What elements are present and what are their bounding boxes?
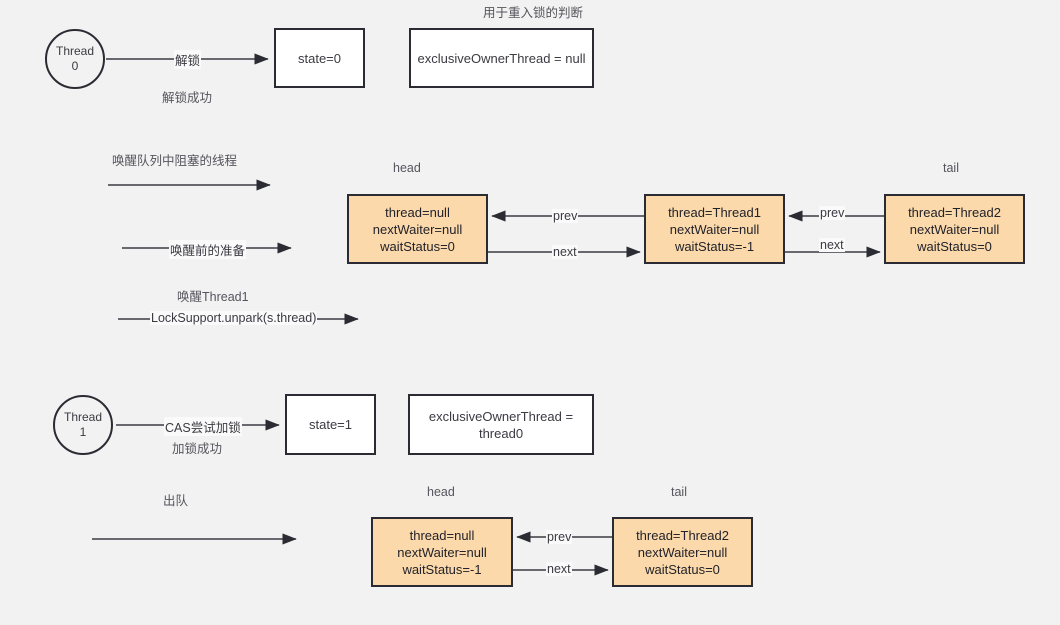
cas-lock-attempt-label: CAS尝试加锁 [164,417,242,436]
unlock-success-label: 解锁成功 [162,91,213,105]
node-waitstatus-field: waitStatus=0 [380,238,455,254]
dequeue-caption: 出队 [163,494,189,508]
node-nextwaiter-field: nextWaiter=null [397,544,487,560]
queue-tail-label: tail [943,161,959,175]
node-nextwaiter-field: nextWaiter=null [637,544,728,560]
dequeue-link-label-next: next [546,562,572,576]
locksupport-unpark-label: LockSupport.unpark(s.thread) [150,311,318,325]
pre-wake-preparation-label: 唤醒前的准备 [169,240,247,259]
unlock-edge-label: 解锁 [174,50,202,69]
dequeue-link-label-prev: prev [546,530,573,544]
node-thread-field: thread=Thread2 [636,527,729,543]
link-label-prev-thread1: prev [819,206,846,220]
queue-node-thread1[interactable]: thread=Thread1 nextWaiter=null waitStatu… [644,194,785,264]
node-thread-field: thread=Thread2 [908,204,1001,220]
exclusive-owner-box-thread0: exclusiveOwnerThread = thread0 [408,394,594,455]
node-waitstatus-field: waitStatus=-1 [674,238,755,254]
thread1-label-line1: Thread [63,410,103,424]
node-waitstatus-field: waitStatus=0 [645,561,720,577]
node-nextwaiter-field: nextWaiter=null [372,221,463,237]
owner-box-line1: exclusiveOwnerThread = [428,408,574,424]
thread0-label-line1: Thread [55,44,95,58]
dequeue-node-thread2[interactable]: thread=Thread2 nextWaiter=null waitStatu… [612,517,753,587]
thread0-circle[interactable]: Thread 0 [45,29,105,89]
node-nextwaiter-field: nextWaiter=null [669,221,760,237]
lock-success-label: 加锁成功 [172,442,223,456]
reentrant-lock-note: 用于重入锁的判断 [483,6,584,20]
thread0-label-line2: 0 [71,59,79,73]
node-nextwaiter-field: nextWaiter=null [909,221,1000,237]
state-box-zero: state=0 [274,28,365,88]
node-thread-field: thread=Thread1 [668,204,761,220]
dequeue-tail-label: tail [671,485,687,499]
thread1-label-line2: 1 [79,425,87,439]
node-waitstatus-field: waitStatus=-1 [402,561,482,577]
link-label-next-thread1: next [819,238,845,252]
node-thread-field: thread=null [385,204,450,220]
owner-box-line2: thread0 [478,425,524,441]
link-label-prev-head: prev [552,209,579,223]
queue-node-head[interactable]: thread=null nextWaiter=null waitStatus=0 [347,194,488,264]
node-thread-field: thread=null [409,527,475,543]
node-waitstatus-field: waitStatus=0 [917,238,992,254]
dequeue-node-head[interactable]: thread=null nextWaiter=null waitStatus=-… [371,517,513,587]
state-box-one: state=1 [285,394,376,455]
aqs-diagram-canvas: 用于重入锁的判断 Thread 0 解锁 解锁成功 state=0 exclus… [0,0,1060,625]
link-label-next-head: next [552,245,578,259]
queue-head-label: head [393,161,421,175]
wake-blocked-threads-caption: 唤醒队列中阻塞的线程 [112,154,238,168]
queue-node-thread2[interactable]: thread=Thread2 nextWaiter=null waitStatu… [884,194,1025,264]
dequeue-head-label: head [427,485,455,499]
thread1-circle[interactable]: Thread 1 [53,395,113,455]
exclusive-owner-box-null: exclusiveOwnerThread = null [409,28,594,88]
wake-thread1-caption: 唤醒Thread1 [177,290,249,304]
